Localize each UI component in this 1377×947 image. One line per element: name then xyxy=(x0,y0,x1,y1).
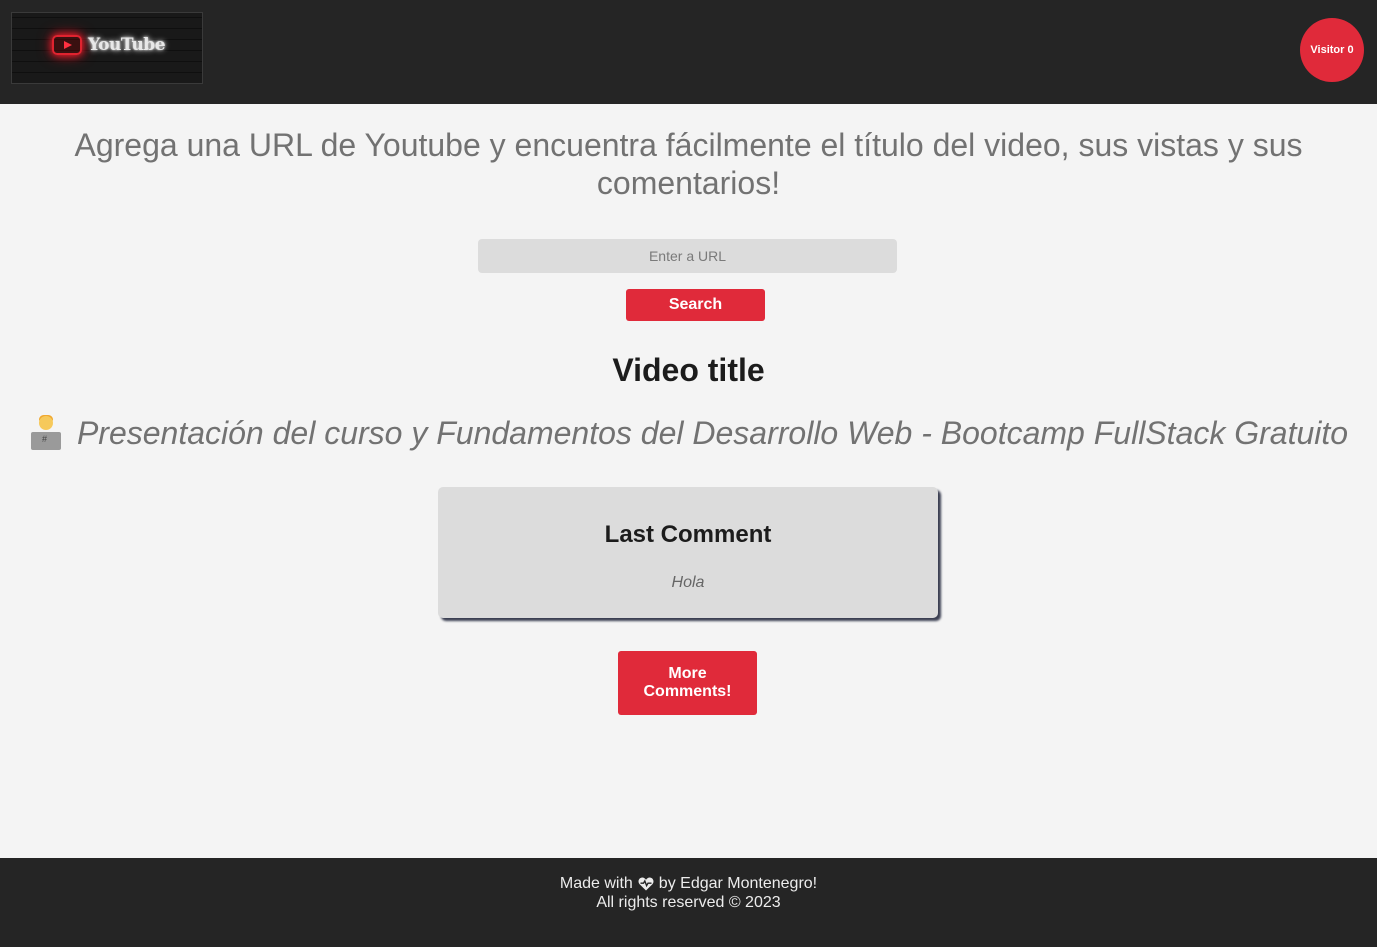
video-title-row: Presentación del curso y Fundamentos del… xyxy=(0,414,1377,452)
logo-text: YouTube xyxy=(88,35,166,55)
footer-author: by Edgar Montenegro! xyxy=(658,875,818,892)
last-comment-card: Last Comment Hola xyxy=(438,487,938,618)
page-headline: Agrega una URL de Youtube y encuentra fá… xyxy=(74,127,1303,201)
visitor-counter-badge: Visitor 0 xyxy=(1300,18,1364,82)
technologist-icon xyxy=(29,414,63,452)
url-input[interactable] xyxy=(478,239,897,273)
video-title-heading: Video title xyxy=(612,352,765,388)
footer-made-with: Made with xyxy=(559,875,633,892)
play-triangle-icon xyxy=(64,41,72,49)
footer-copyright: All rights reserved © 2023 xyxy=(596,894,781,911)
search-button[interactable]: Search xyxy=(626,289,765,321)
site-footer: Made with by Edgar Montenegro! All right… xyxy=(0,858,1377,947)
footer-credit: Made with by Edgar Montenegro! xyxy=(0,875,1377,893)
video-title-text: Presentación del curso y Fundamentos del… xyxy=(76,414,1349,451)
heart-pulse-icon xyxy=(638,877,654,891)
last-comment-heading: Last Comment xyxy=(604,521,772,548)
youtube-logo[interactable]: YouTube xyxy=(11,12,203,84)
site-header: YouTube Visitor 0 xyxy=(0,0,1377,104)
last-comment-text: Hola xyxy=(671,574,705,591)
more-comments-button[interactable]: More Comments! xyxy=(618,651,757,715)
